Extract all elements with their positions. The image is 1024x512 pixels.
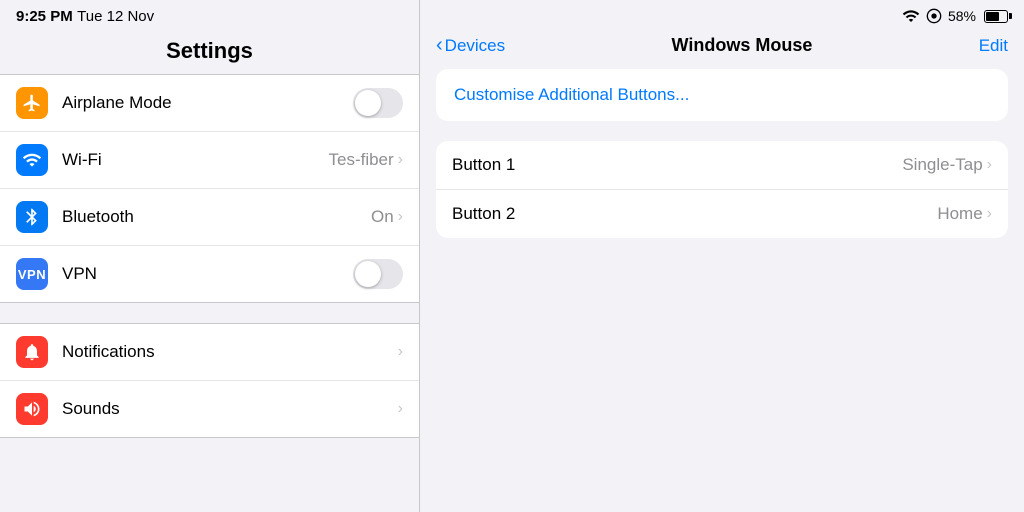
airplane-mode-row[interactable]: Airplane Mode bbox=[0, 75, 419, 132]
device-detail-panel: 58% ‹ Devices Windows Mouse Edit Customi… bbox=[420, 0, 1024, 512]
sounds-icon bbox=[22, 399, 42, 419]
bluetooth-label: Bluetooth bbox=[62, 207, 371, 227]
button1-value-container: Single-Tap › bbox=[902, 155, 992, 175]
status-date: Tue 12 Nov bbox=[77, 8, 154, 25]
button2-value: Home bbox=[937, 204, 982, 224]
status-bar: 9:25 PM Tue 12 Nov bbox=[0, 0, 419, 30]
button1-row[interactable]: Button 1 Single-Tap › bbox=[436, 141, 1008, 190]
bluetooth-icon bbox=[22, 207, 42, 227]
settings-header: Settings bbox=[0, 30, 419, 74]
settings-panel: 9:25 PM Tue 12 Nov Settings Airplane Mod… bbox=[0, 0, 420, 512]
bluetooth-row[interactable]: Bluetooth On › bbox=[0, 189, 419, 246]
edit-button[interactable]: Edit bbox=[979, 36, 1008, 56]
vpn-toggle[interactable] bbox=[353, 259, 403, 289]
bluetooth-chevron: › bbox=[398, 208, 403, 226]
bluetooth-value: On bbox=[371, 207, 394, 227]
connectivity-group: Airplane Mode Wi-Fi Tes-fiber › Bluetoot… bbox=[0, 74, 419, 303]
wifi-row[interactable]: Wi-Fi Tes-fiber › bbox=[0, 132, 419, 189]
notifications-row[interactable]: Notifications › bbox=[0, 324, 419, 381]
back-chevron-icon: ‹ bbox=[436, 34, 443, 57]
wifi-icon-badge bbox=[16, 144, 48, 176]
notifications-icon-badge bbox=[16, 336, 48, 368]
button1-value: Single-Tap bbox=[902, 155, 982, 175]
right-wifi-icon bbox=[902, 9, 920, 23]
back-label[interactable]: Devices bbox=[445, 36, 505, 56]
sounds-chevron: › bbox=[398, 400, 403, 418]
wifi-icon bbox=[22, 150, 42, 170]
airplane-icon-badge bbox=[16, 87, 48, 119]
sounds-icon-badge bbox=[16, 393, 48, 425]
customize-link[interactable]: Customise Additional Buttons... bbox=[454, 85, 689, 104]
button2-value-container: Home › bbox=[937, 204, 992, 224]
button1-label: Button 1 bbox=[452, 155, 515, 175]
back-button[interactable]: ‹ Devices bbox=[436, 34, 505, 57]
sounds-label: Sounds bbox=[62, 399, 398, 419]
battery-icon bbox=[984, 10, 1008, 23]
airplane-mode-toggle[interactable] bbox=[353, 88, 403, 118]
bluetooth-icon-badge bbox=[16, 201, 48, 233]
vpn-icon: VPN bbox=[18, 267, 46, 282]
buttons-card: Button 1 Single-Tap › Button 2 Home › bbox=[436, 141, 1008, 238]
right-airdrop-icon bbox=[926, 8, 942, 24]
sounds-row[interactable]: Sounds › bbox=[0, 381, 419, 437]
button2-chevron-icon: › bbox=[987, 205, 992, 223]
notifications-label: Notifications bbox=[62, 342, 398, 362]
vpn-icon-badge: VPN bbox=[16, 258, 48, 290]
vpn-row[interactable]: VPN VPN bbox=[0, 246, 419, 302]
customize-card[interactable]: Customise Additional Buttons... bbox=[436, 69, 1008, 121]
notifications-icon bbox=[22, 342, 42, 362]
right-status-bar: 58% bbox=[420, 0, 1024, 28]
button2-row[interactable]: Button 2 Home › bbox=[436, 190, 1008, 238]
device-nav: ‹ Devices Windows Mouse Edit bbox=[420, 28, 1024, 69]
wifi-value: Tes-fiber bbox=[328, 150, 393, 170]
device-content: Customise Additional Buttons... Button 1… bbox=[420, 69, 1024, 512]
airplane-icon bbox=[22, 93, 42, 113]
notifications-chevron: › bbox=[398, 343, 403, 361]
button2-label: Button 2 bbox=[452, 204, 515, 224]
status-time: 9:25 PM bbox=[16, 8, 73, 25]
device-title: Windows Mouse bbox=[672, 35, 813, 56]
airplane-mode-label: Airplane Mode bbox=[62, 93, 353, 113]
button1-chevron-icon: › bbox=[987, 156, 992, 174]
notifications-group: Notifications › Sounds › bbox=[0, 323, 419, 438]
wifi-chevron: › bbox=[398, 151, 403, 169]
settings-title: Settings bbox=[166, 38, 253, 63]
wifi-label: Wi-Fi bbox=[62, 150, 328, 170]
battery-percent: 58% bbox=[948, 8, 976, 24]
vpn-label: VPN bbox=[62, 264, 353, 284]
